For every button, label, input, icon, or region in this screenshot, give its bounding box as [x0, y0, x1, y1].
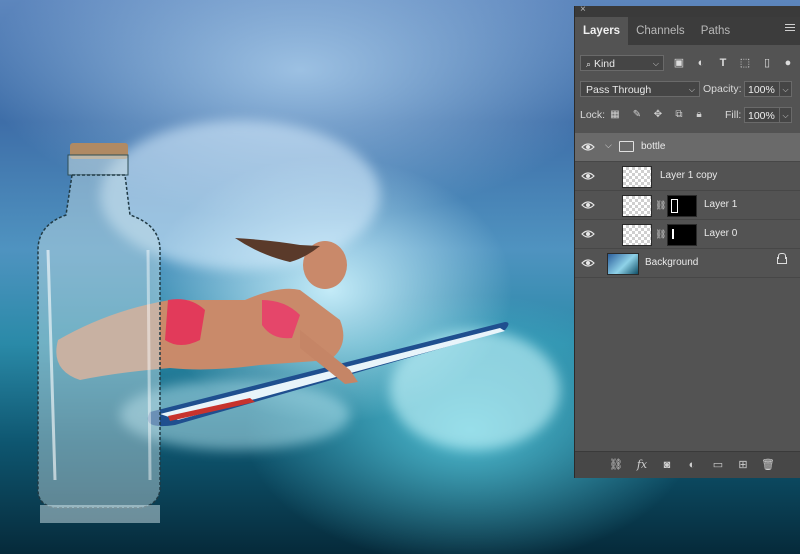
- layer-name[interactable]: Layer 1: [704, 199, 737, 210]
- smart-object-filter-icon[interactable]: ▯: [760, 56, 774, 70]
- visibility-eye-icon[interactable]: [581, 141, 595, 153]
- lock-label: Lock:: [580, 109, 606, 121]
- lock-transparent-icon[interactable]: ▦: [609, 109, 621, 121]
- fill-chevron-icon[interactable]: ⌵: [780, 107, 792, 123]
- photo-scene: [37, 143, 509, 523]
- layer-row-background[interactable]: Background: [575, 249, 800, 278]
- opacity-chevron-icon[interactable]: ⌵: [780, 81, 792, 97]
- filter-kind-dropdown[interactable]: ⌕ Kind ⌵: [580, 55, 664, 71]
- fx-icon[interactable]: fx: [635, 458, 649, 472]
- lock-all-icon[interactable]: 🔒︎: [693, 109, 705, 121]
- opacity-label: Opacity:: [703, 83, 742, 95]
- layer-name[interactable]: Background: [645, 257, 698, 268]
- layers-panel: × Layers Channels Paths ⌕ Kind ⌵ ▣ ◐ T ⬚…: [574, 4, 800, 478]
- mask-link-icon[interactable]: ⛓: [655, 200, 666, 211]
- shape-filter-icon[interactable]: ⬚: [738, 56, 752, 70]
- layer-mask-thumbnail[interactable]: [667, 195, 697, 217]
- mask-link-icon[interactable]: ⛓: [655, 229, 666, 240]
- new-layer-icon[interactable]: ⊞: [736, 458, 750, 472]
- layers-list: ⌵ bottle Layer 1 copy ⛓ Layer 1 ⛓ Layer …: [575, 133, 800, 278]
- chevron-down-icon: ⌵: [688, 85, 695, 94]
- folder-icon: [619, 141, 634, 152]
- filter-toggle-icon[interactable]: ●: [781, 56, 795, 70]
- search-icon: ⌕: [586, 59, 592, 69]
- layer-row-layer-0[interactable]: ⛓ Layer 0: [575, 220, 800, 249]
- type-filter-icon[interactable]: T: [716, 56, 730, 70]
- panel-footer: ⛓ fx ◙ ◐ ▭ ⊞ 🗑︎: [575, 451, 800, 478]
- layer-thumbnail[interactable]: [622, 195, 652, 217]
- blend-row: Pass Through ⌵ Opacity: 100% ⌵: [575, 77, 800, 103]
- layer-row-layer-1-copy[interactable]: Layer 1 copy: [575, 162, 800, 191]
- layer-mask-thumbnail[interactable]: [667, 224, 697, 246]
- layer-name[interactable]: bottle: [641, 141, 665, 152]
- layer-thumbnail[interactable]: [607, 253, 639, 275]
- close-panel-button[interactable]: ×: [580, 4, 586, 15]
- bottle: [37, 143, 161, 523]
- visibility-eye-icon[interactable]: [581, 170, 595, 182]
- visibility-eye-icon[interactable]: [581, 228, 595, 240]
- chevron-down-icon: ⌵: [652, 59, 659, 68]
- panel-title-strip: ×: [575, 4, 800, 17]
- tab-paths[interactable]: Paths: [693, 17, 738, 45]
- lock-paint-icon[interactable]: ✎: [631, 109, 643, 121]
- blend-mode-dropdown[interactable]: Pass Through ⌵: [580, 81, 700, 97]
- new-group-icon[interactable]: ▭: [711, 458, 725, 472]
- visibility-eye-icon[interactable]: [581, 199, 595, 211]
- image-filter-icon[interactable]: ▣: [672, 56, 686, 70]
- layer-thumbnail[interactable]: [622, 166, 652, 188]
- visibility-eye-icon[interactable]: [581, 257, 595, 269]
- layer-row-layer-1[interactable]: ⛓ Layer 1: [575, 191, 800, 220]
- adjustment-filter-icon[interactable]: ◐: [694, 56, 708, 70]
- blend-mode-value: Pass Through: [586, 84, 652, 96]
- fill-field[interactable]: 100%: [744, 107, 780, 123]
- layer-thumbnail[interactable]: [622, 224, 652, 246]
- layer-row-bottle[interactable]: ⌵ bottle: [575, 133, 800, 162]
- tab-layers[interactable]: Layers: [575, 17, 629, 45]
- filter-row: ⌕ Kind ⌵ ▣ ◐ T ⬚ ▯ ●: [575, 51, 800, 77]
- expand-chevron-icon[interactable]: ⌵: [605, 140, 612, 151]
- fill-label: Fill:: [725, 109, 742, 121]
- layer-lock-shackle: [778, 253, 786, 259]
- link-layers-icon[interactable]: ⛓: [609, 458, 623, 472]
- tab-channels[interactable]: Channels: [628, 17, 693, 45]
- add-mask-icon[interactable]: ◙: [660, 458, 674, 472]
- lock-artboard-icon[interactable]: ⧉: [673, 109, 685, 121]
- filter-kind-label: Kind: [593, 58, 615, 70]
- opacity-field[interactable]: 100%: [744, 81, 780, 97]
- lock-position-icon[interactable]: ✥: [652, 109, 664, 121]
- trash-icon[interactable]: 🗑︎: [761, 458, 775, 472]
- layer-name[interactable]: Layer 0: [704, 228, 737, 239]
- panel-tabs: Layers Channels Paths: [575, 17, 800, 45]
- adjustment-layer-icon[interactable]: ◐: [685, 458, 699, 472]
- lock-row: Lock: ▦ ✎ ✥ ⧉ 🔒︎ Fill: 100% ⌵: [575, 103, 800, 129]
- layer-name[interactable]: Layer 1 copy: [660, 170, 717, 181]
- panel-menu-icon[interactable]: [785, 24, 795, 33]
